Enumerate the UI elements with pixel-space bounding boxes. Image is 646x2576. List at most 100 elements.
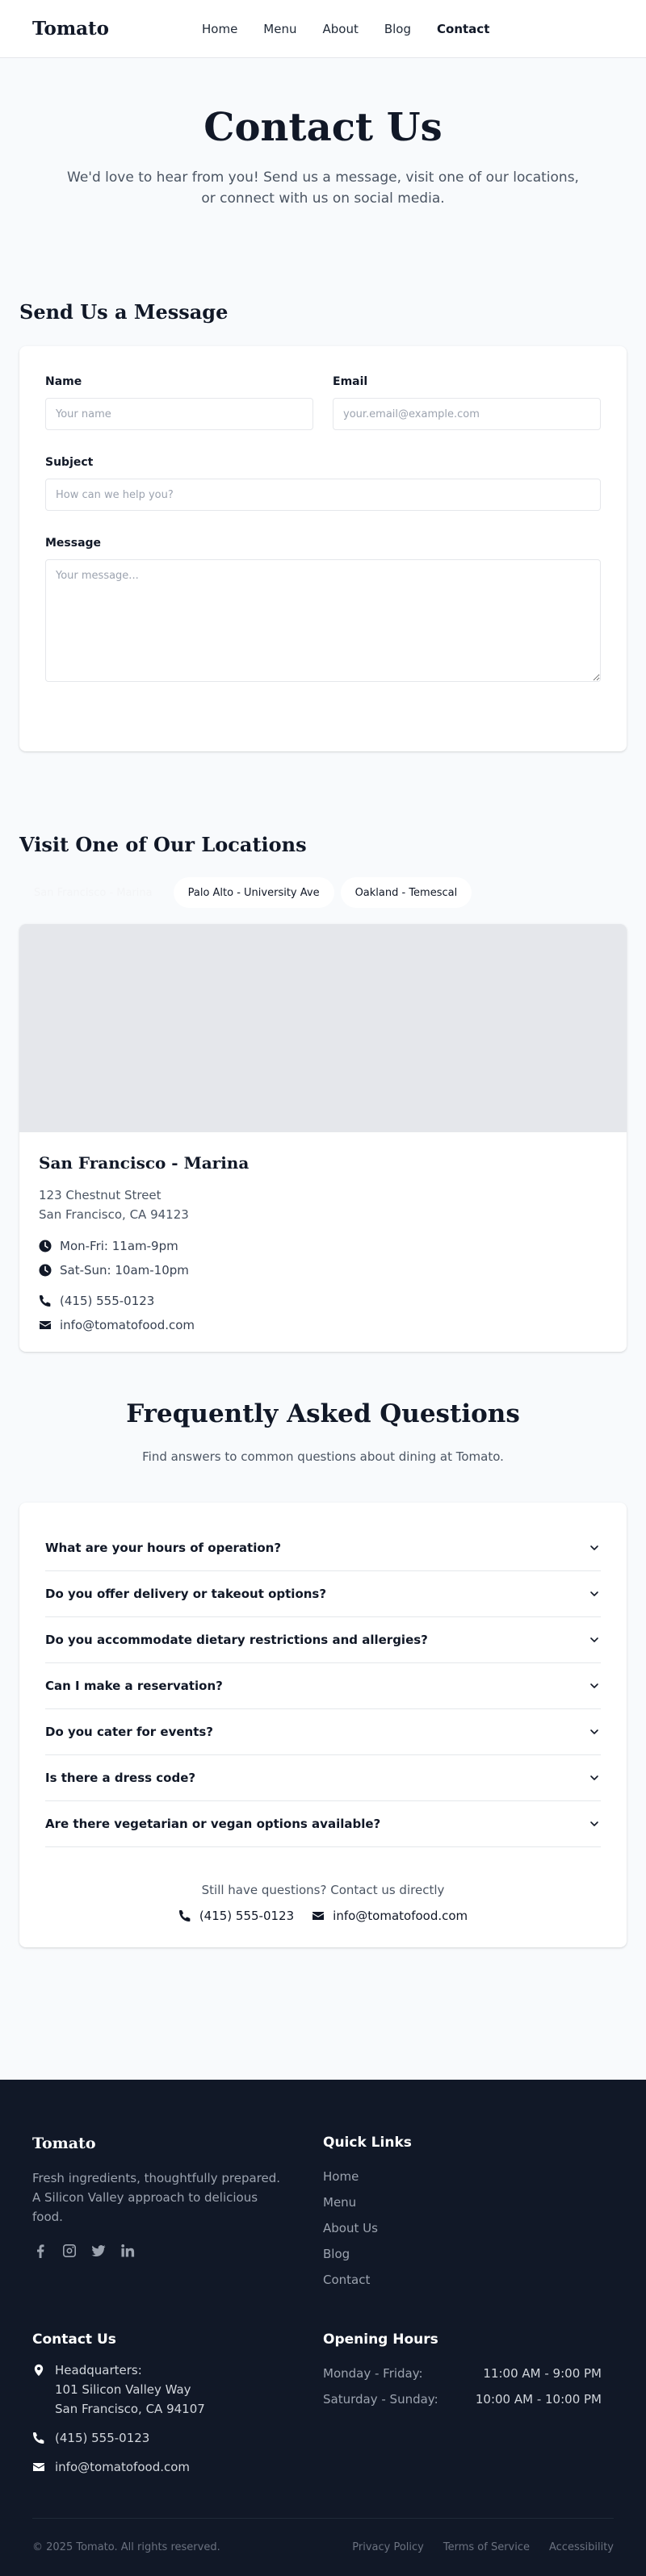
faq-contact-row: (415) 555-0123 info@tomatofood.com: [45, 1909, 601, 1923]
logo[interactable]: Tomato: [32, 18, 109, 40]
quick-links-title: Quick Links: [323, 2135, 412, 2151]
faq-email: info@tomatofood.com: [333, 1909, 468, 1923]
accessibility-link[interactable]: Accessibility: [549, 2541, 614, 2553]
footer-logo[interactable]: Tomato: [32, 2135, 323, 2152]
chevron-down-icon: [590, 1683, 598, 1688]
copyright: © 2025 Tomato. All rights reserved.: [32, 2541, 220, 2553]
subject-field-group: Subject: [45, 456, 601, 511]
hours-weekday: Mon-Fri: 11am-9pm: [60, 1239, 178, 1253]
location-map[interactable]: [19, 924, 627, 1132]
hours-weekday-row: Mon-Fri: 11am-9pm: [39, 1234, 607, 1258]
faq-question: What are your hours of operation?: [45, 1541, 282, 1555]
clock-icon: [39, 1240, 52, 1252]
hours-weekend: Sat-Sun: 10am-10pm: [60, 1263, 189, 1278]
footer-hq: Headquarters: 101 Silicon Valley Way San…: [32, 2361, 323, 2419]
faq-question: Are there vegetarian or vegan options av…: [45, 1817, 381, 1831]
chevron-down-icon: [590, 1637, 598, 1642]
linkedin-icon[interactable]: [120, 2243, 136, 2259]
footer-email[interactable]: info@tomatofood.com: [55, 2457, 190, 2477]
email-input[interactable]: [333, 398, 601, 430]
clock-icon: [39, 1264, 52, 1277]
twitter-icon[interactable]: [90, 2243, 107, 2259]
privacy-policy-link[interactable]: Privacy Policy: [352, 2541, 424, 2553]
footer-phone[interactable]: (415) 555-0123: [55, 2428, 149, 2448]
faq-item[interactable]: Are there vegetarian or vegan options av…: [45, 1801, 601, 1847]
faq-title: Frequently Asked Questions: [126, 1399, 520, 1428]
faq-item[interactable]: Can I make a reservation?: [45, 1663, 601, 1709]
subject-input[interactable]: [45, 479, 601, 511]
faq-item[interactable]: Is there a dress code?: [45, 1755, 601, 1801]
hours-time: 11:00 AM - 9:00 PM: [483, 2366, 602, 2381]
email-field-group: Email: [333, 375, 601, 430]
send-button[interactable]: [275, 696, 371, 719]
email-label: Email: [333, 375, 368, 388]
nav-blog[interactable]: Blog: [384, 22, 411, 36]
location-address-2: San Francisco, CA 94123: [39, 1207, 189, 1222]
hours-time: 10:00 AM - 10:00 PM: [475, 2392, 602, 2407]
site-header: Tomato Home Menu About Blog Contact: [0, 0, 646, 58]
message-textarea[interactable]: [45, 559, 601, 682]
chevron-down-icon: [590, 1591, 598, 1596]
footer-link-home[interactable]: Home: [323, 2164, 614, 2189]
social-links: [32, 2243, 323, 2259]
location-tabs: San Francisco - Marina Palo Alto - Unive…: [0, 877, 646, 908]
faq-phone-item[interactable]: (415) 555-0123: [178, 1909, 294, 1923]
message-section-title: Send Us a Message: [19, 300, 229, 324]
faq-phone: (415) 555-0123: [199, 1909, 295, 1923]
chevron-down-icon: [590, 1729, 598, 1734]
phone-icon: [40, 1295, 51, 1307]
faq-item[interactable]: What are your hours of operation?: [45, 1525, 601, 1571]
faq-section: Frequently Asked Questions Find answers …: [0, 1390, 646, 2080]
nav-home[interactable]: Home: [202, 22, 237, 36]
location-email[interactable]: info@tomatofood.com: [60, 1313, 195, 1337]
terms-link[interactable]: Terms of Service: [443, 2541, 530, 2553]
nav-menu[interactable]: Menu: [263, 22, 296, 36]
facebook-icon[interactable]: [32, 2243, 48, 2259]
footer-bottom-bar: © 2025 Tomato. All rights reserved. Priv…: [32, 2518, 614, 2553]
faq-question: Is there a dress code?: [45, 1771, 196, 1785]
nav-contact[interactable]: Contact: [437, 22, 489, 36]
footer-phone-row: (415) 555-0123: [32, 2428, 323, 2448]
footer-hq-label: Headquarters:: [55, 2363, 142, 2377]
tab-oakland[interactable]: Oakland - Temescal: [340, 877, 472, 908]
locations-section: Visit One of Our Locations San Francisco…: [0, 833, 646, 1390]
tab-palo-alto[interactable]: Palo Alto - University Ave: [173, 877, 334, 908]
footer-link-contact[interactable]: Contact: [323, 2267, 614, 2293]
chevron-down-icon: [590, 1821, 598, 1826]
faq-subtitle: Find answers to common questions about d…: [142, 1449, 504, 1464]
phone-icon: [33, 2432, 44, 2444]
faq-item[interactable]: Do you offer delivery or takeout options…: [45, 1571, 601, 1617]
phone-icon: [178, 1910, 191, 1922]
opening-hours-title: Opening Hours: [323, 2331, 438, 2348]
subject-label: Subject: [45, 456, 94, 469]
hero-section: Contact Us We'd love to hear from you! S…: [0, 58, 646, 300]
faq-item[interactable]: Do you cater for events?: [45, 1709, 601, 1755]
location-phone[interactable]: (415) 555-0123: [60, 1289, 154, 1313]
instagram-icon[interactable]: [61, 2243, 78, 2259]
message-label: Message: [45, 537, 102, 550]
location-email-row: info@tomatofood.com: [39, 1313, 607, 1337]
footer-link-menu[interactable]: Menu: [323, 2189, 614, 2215]
name-label: Name: [45, 375, 82, 388]
faq-email-item[interactable]: info@tomatofood.com: [312, 1909, 468, 1923]
tab-san-francisco[interactable]: San Francisco - Marina: [19, 877, 167, 908]
chevron-down-icon: [590, 1545, 598, 1550]
hours-row-weekday: Monday - Friday: 11:00 AM - 9:00 PM: [323, 2361, 602, 2386]
nav-about[interactable]: About: [322, 22, 358, 36]
hours-days: Saturday - Sunday:: [323, 2392, 438, 2407]
faq-card: What are your hours of operation? Do you…: [19, 1503, 627, 1947]
name-field-group: Name: [45, 375, 313, 430]
site-footer: Tomato Fresh ingredients, thoughtfully p…: [0, 2080, 646, 2576]
mail-icon: [33, 2463, 44, 2471]
map-pin-icon: [34, 2364, 44, 2377]
locations-title: Visit One of Our Locations: [19, 833, 307, 856]
footer-hq-line1: 101 Silicon Valley Way: [55, 2382, 191, 2397]
faq-item[interactable]: Do you accommodate dietary restrictions …: [45, 1617, 601, 1663]
faq-question: Do you accommodate dietary restrictions …: [45, 1633, 428, 1647]
name-input[interactable]: [45, 398, 313, 430]
mail-icon: [40, 1321, 51, 1329]
faq-question: Do you offer delivery or takeout options…: [45, 1587, 327, 1601]
footer-tagline: Fresh ingredients, thoughtfully prepared…: [32, 2171, 281, 2224]
footer-link-about[interactable]: About Us: [323, 2215, 614, 2241]
footer-link-blog[interactable]: Blog: [323, 2241, 614, 2267]
